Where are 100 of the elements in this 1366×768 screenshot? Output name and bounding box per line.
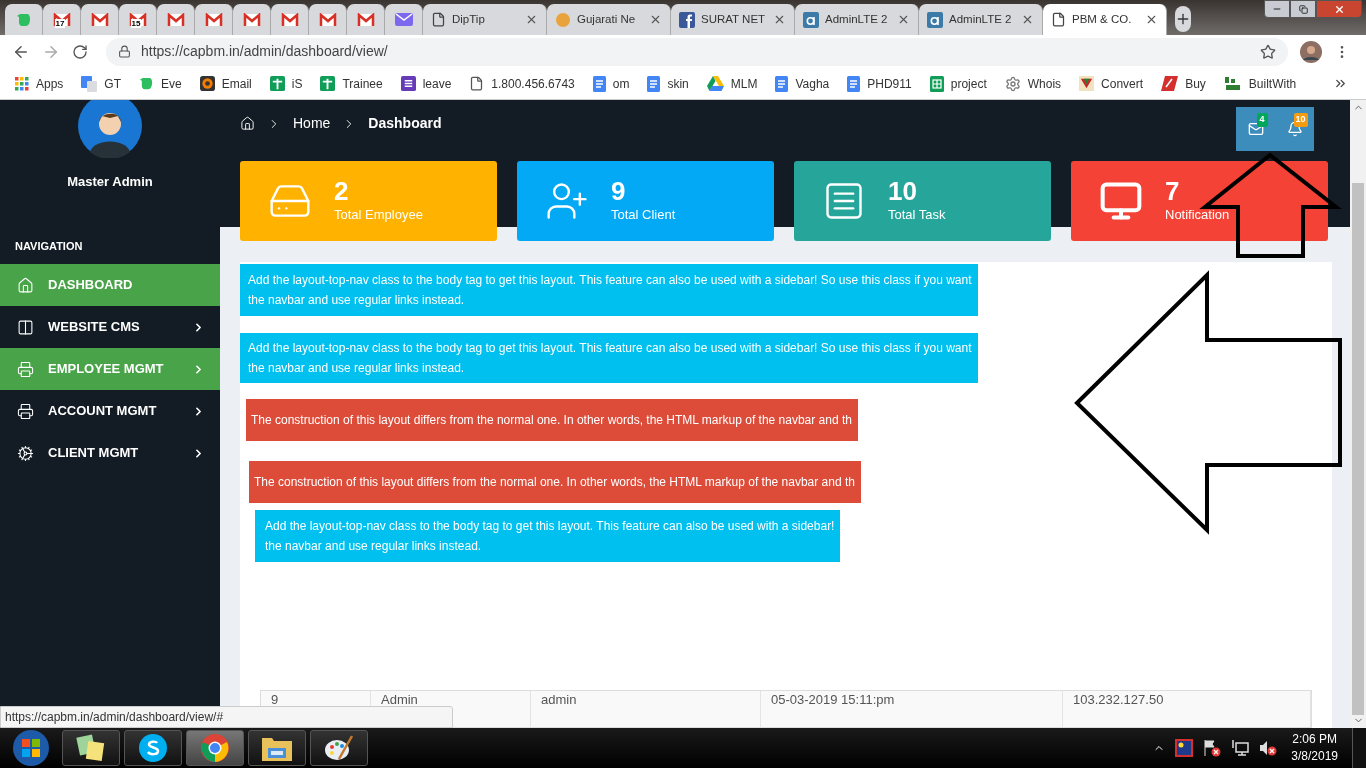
bookmark-link[interactable]: Buy xyxy=(1161,74,1206,93)
tab-title: AdminLTE 2 xyxy=(949,11,1013,27)
bookmark-link[interactable]: Apps xyxy=(15,74,64,93)
bookmark-link[interactable]: skin xyxy=(647,74,689,93)
tab-title: DipTip xyxy=(452,11,486,27)
address-field[interactable]: https://capbm.in/admin/dashboard/view/ xyxy=(106,37,1288,66)
chrome-icon xyxy=(200,733,230,763)
browser-tab[interactable]: Gujarati Ne xyxy=(547,4,671,35)
close-icon[interactable] xyxy=(649,13,662,26)
user-avatar xyxy=(78,100,142,158)
envelope-icon xyxy=(242,12,261,27)
bookmark-link[interactable]: Email xyxy=(199,74,252,93)
tab-title: PBM & CO. xyxy=(1072,11,1133,27)
facebook-icon xyxy=(679,11,695,28)
browser-tab[interactable]: AdminLTE 2 xyxy=(795,4,919,35)
restore-button[interactable] xyxy=(1290,0,1316,18)
browser-tab[interactable]: DipTip xyxy=(423,4,547,35)
drive-icon xyxy=(706,76,724,91)
muted-speaker-icon[interactable] xyxy=(1259,739,1278,757)
browser-tab[interactable] xyxy=(195,4,233,35)
apps-grid-icon xyxy=(15,76,29,91)
bell-icon[interactable] xyxy=(1286,121,1303,137)
browser-tab[interactable] xyxy=(157,4,195,35)
minimize-button[interactable] xyxy=(1264,0,1290,18)
stat-label: Total Client xyxy=(611,206,676,225)
clock[interactable]: 2:06 PM 3/8/2019 xyxy=(1287,731,1342,765)
close-icon[interactable] xyxy=(897,13,910,26)
browser-tab[interactable]: 17 xyxy=(43,4,81,35)
browser-tab[interactable]: AdminLTE 2 xyxy=(919,4,1043,35)
user-name: Master Admin xyxy=(66,173,154,191)
sticky-notes-icon xyxy=(75,733,107,763)
bookmark-link[interactable]: PHD911 xyxy=(847,74,912,93)
bookmark-link[interactable]: Convert xyxy=(1079,74,1144,93)
status-url: https://capbm.in/admin/dashboard/view/# xyxy=(0,706,453,728)
breadcrumb-link[interactable]: Dashboard xyxy=(368,113,442,134)
bookmark-link[interactable]: om xyxy=(592,74,630,93)
plus-sheet-icon xyxy=(320,76,336,91)
taskbar-app-button[interactable] xyxy=(186,730,244,766)
scrollbar[interactable] xyxy=(1350,100,1366,728)
close-icon[interactable] xyxy=(525,13,538,26)
taskbar-app-button[interactable] xyxy=(62,730,120,766)
bookmark-link[interactable]: Eve xyxy=(139,74,182,93)
taskbar-app-button[interactable] xyxy=(248,730,306,766)
document-icon xyxy=(592,75,606,92)
envelope-icon xyxy=(90,12,109,27)
bookmark-link[interactable]: Whois xyxy=(1004,74,1062,93)
document-icon xyxy=(775,75,789,92)
tab-title: Gujarati Ne xyxy=(577,11,637,27)
tab-title: SURAT NET xyxy=(701,11,767,27)
taskbar-app-button[interactable] xyxy=(124,730,182,766)
browser-tab[interactable] xyxy=(81,4,119,35)
site-icon xyxy=(803,11,819,28)
envelope-icon xyxy=(166,12,185,27)
page-icon xyxy=(431,12,446,27)
network-icon[interactable] xyxy=(1231,739,1250,757)
browser-tab[interactable]: SURAT NET xyxy=(671,4,795,35)
browser-tab[interactable] xyxy=(347,4,385,35)
bookmark-star-icon[interactable] xyxy=(1260,43,1276,60)
tray-app-icon[interactable] xyxy=(1175,739,1194,757)
notification-count: 10 xyxy=(1293,113,1308,127)
gear-icon xyxy=(1004,75,1021,92)
close-icon[interactable] xyxy=(773,13,786,26)
bookmark-link[interactable]: Vagha xyxy=(775,74,830,93)
browser-tab[interactable] xyxy=(271,4,309,35)
paint-palette-icon xyxy=(323,733,355,763)
bookmark-link[interactable]: 1.800.456.6743 xyxy=(469,74,575,93)
scrollbar-thumb[interactable] xyxy=(1352,183,1364,715)
envelope-icon xyxy=(204,12,223,27)
form-icon xyxy=(400,76,416,91)
bookmark-link[interactable]: MLM xyxy=(706,74,758,93)
browser-tab[interactable] xyxy=(385,4,423,35)
flag-error-icon[interactable] xyxy=(1203,739,1222,757)
close-icon[interactable] xyxy=(1021,13,1034,26)
bookmark-link[interactable]: project xyxy=(929,74,987,93)
elephant-icon xyxy=(15,11,32,28)
alert-message: Add the layout-top-nav class to the body tag to get this layout. This feature can also be used with a sidebar! the navbar and use regular links instead. xyxy=(255,510,841,562)
browser-tab[interactable]: 15 xyxy=(119,4,157,35)
browser-tab[interactable]: PBM & CO. xyxy=(1043,4,1167,35)
email-icon xyxy=(199,76,215,91)
bookmark-link[interactable]: iS xyxy=(269,74,303,93)
browser-tab[interactable] xyxy=(309,4,347,35)
mail-count: 4 xyxy=(1256,113,1268,127)
home-icon[interactable] xyxy=(240,116,255,131)
new-tab-button[interactable] xyxy=(1175,6,1191,32)
profile-avatar-icon[interactable] xyxy=(1300,40,1322,63)
translate-icon xyxy=(81,75,98,92)
reload-icon[interactable] xyxy=(72,43,88,60)
alert-message: The construction of this layout differs from the normal one. In other words, the HTML markup of the navbar and th xyxy=(249,461,861,503)
bookmark-link[interactable]: GT xyxy=(81,74,122,93)
spreadsheet-icon xyxy=(929,75,944,92)
close-button[interactable] xyxy=(1316,0,1362,18)
show-desktop-button[interactable] xyxy=(1352,728,1366,768)
bookmark-link[interactable]: Trainee xyxy=(320,74,383,93)
bookmark-link[interactable]: BuiltWith xyxy=(1223,74,1297,93)
close-icon[interactable] xyxy=(1145,13,1158,26)
taskbar-app-button[interactable] xyxy=(310,730,368,766)
breadcrumb-link[interactable]: Home xyxy=(293,113,331,134)
envelope-icon xyxy=(356,12,375,27)
browser-tab[interactable] xyxy=(233,4,271,35)
bookmark-link[interactable]: leave xyxy=(400,74,452,93)
